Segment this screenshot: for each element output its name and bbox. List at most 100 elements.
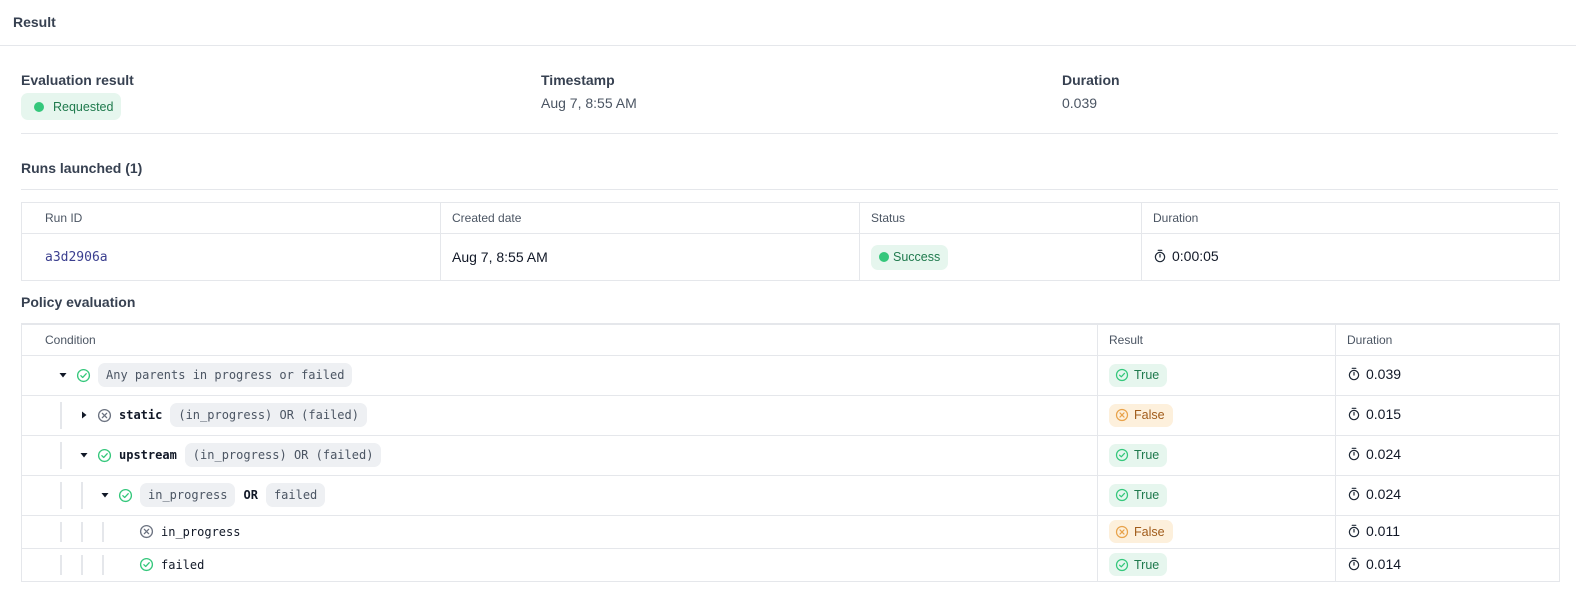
check-circle-icon: [97, 448, 112, 463]
policy-table-header: Condition Result Duration: [21, 323, 1560, 356]
table-row: static (in_progress) OR (failed) False 0.…: [21, 394, 1560, 436]
duration-cell: 0.014: [1335, 547, 1560, 582]
duration-cell: 0.024: [1335, 434, 1560, 476]
condition-cell: in_progress OR failed: [21, 474, 1098, 516]
result-badge: False: [1109, 403, 1173, 427]
result-cell: True: [1097, 354, 1336, 396]
status-dot-icon: [34, 101, 44, 112]
condition-chip: in_progress: [140, 483, 236, 507]
x-circle-icon: [1115, 525, 1129, 539]
result-badge: False: [1109, 520, 1173, 543]
status-badge: Success: [871, 244, 949, 270]
caret-down-icon[interactable]: [100, 490, 110, 500]
duration-label: Duration: [1062, 72, 1120, 88]
condition-chip: Any parents in progress or failed: [98, 363, 353, 387]
condition-chip: failed: [265, 483, 326, 507]
condition-chip: (in_progress) OR (failed): [170, 403, 367, 427]
duration-cell: 0.024: [1335, 474, 1560, 516]
condition-cell: upstream (in_progress) OR (failed): [21, 434, 1098, 476]
timestamp: Timestamp Aug 7, 8:55 AM: [541, 72, 637, 111]
stopwatch-icon: [1348, 407, 1360, 421]
policy-table: Condition Result Duration Any parents in…: [21, 323, 1560, 582]
stopwatch-icon: [1154, 249, 1166, 263]
runs-table: Run ID Created date Status Duration a3d2…: [21, 202, 1560, 281]
duration-cell: 0:00:05: [1141, 233, 1560, 281]
tree-guide-line: [81, 481, 83, 509]
duration: 0:00:05: [1153, 248, 1219, 264]
timestamp-value: Aug 7, 8:55 AM: [541, 95, 637, 111]
run-id-link[interactable]: a3d2906a: [21, 233, 441, 281]
divider: [21, 133, 1558, 134]
tree-guide-line: [60, 441, 62, 469]
tree-guide-line: [81, 521, 83, 542]
column-header-condition: Condition: [21, 323, 1098, 356]
check-circle-icon: [1115, 448, 1129, 462]
stopwatch-icon: [1348, 447, 1360, 461]
status-text: Success: [893, 250, 941, 264]
result-badge: True: [1109, 483, 1168, 507]
runs-launched-title: Runs launched (1): [21, 160, 143, 176]
result-cell: True: [1097, 474, 1336, 516]
status-dot-icon: [879, 252, 889, 262]
caret-right-icon[interactable]: [79, 410, 89, 420]
duration-cell: 0.015: [1335, 394, 1560, 436]
result-cell: True: [1097, 434, 1336, 476]
evaluation-status-badge: Requested: [21, 93, 122, 120]
check-circle-icon: [118, 488, 133, 503]
condition-name: upstream: [119, 448, 177, 462]
duration: 0.039: [1347, 366, 1401, 382]
column-header-status[interactable]: Status: [859, 202, 1142, 234]
result-text: True: [1134, 557, 1160, 572]
duration-text: 0:00:05: [1172, 248, 1219, 264]
duration-text: 0.014: [1366, 555, 1402, 572]
duration: Duration 0.039: [1062, 72, 1120, 111]
duration-text: 0.024: [1366, 486, 1402, 502]
column-header-duration[interactable]: Duration: [1141, 202, 1560, 234]
duration: 0.015: [1347, 406, 1401, 422]
status-cell: Success: [859, 233, 1142, 281]
stopwatch-icon: [1348, 367, 1360, 381]
caret-down-icon[interactable]: [79, 450, 89, 460]
result-text: False: [1134, 524, 1165, 539]
timestamp-label: Timestamp: [541, 72, 615, 88]
x-circle-icon: [1115, 408, 1129, 422]
check-circle-icon: [76, 368, 91, 383]
result-cell: False: [1097, 514, 1336, 549]
result-text: True: [1134, 368, 1160, 382]
column-header-run-id[interactable]: Run ID: [21, 202, 441, 234]
page-title: Result: [13, 14, 56, 30]
table-row: in_progress OR failed True 0.024: [21, 474, 1560, 516]
caret-down-icon[interactable]: [58, 370, 68, 380]
result-cell: True: [1097, 547, 1336, 582]
evaluation-result-label: Evaluation result: [21, 72, 134, 88]
condition-name: static: [119, 408, 163, 422]
tree-guide-line: [102, 521, 104, 542]
condition-cell: failed: [21, 547, 1098, 582]
stopwatch-icon: [1348, 524, 1360, 537]
tree-guide-line: [60, 554, 62, 575]
tree-guide-line: [60, 521, 62, 542]
condition-operator: OR: [243, 488, 258, 502]
tree-guide-line: [81, 554, 83, 575]
result-text: True: [1134, 448, 1160, 462]
duration-cell: 0.039: [1335, 354, 1560, 396]
condition-cell: in_progress: [21, 514, 1098, 549]
duration-cell: 0.011: [1335, 514, 1560, 549]
evaluation-result: Evaluation result Requested: [21, 72, 134, 120]
duration: 0.024: [1347, 486, 1401, 502]
result-badge: True: [1109, 553, 1168, 576]
column-header-created-date[interactable]: Created date: [440, 202, 860, 234]
check-circle-icon: [139, 557, 154, 572]
x-circle-icon: [139, 524, 154, 539]
duration-text: 0.039: [1366, 366, 1402, 382]
condition-cell: Any parents in progress or failed: [21, 354, 1098, 396]
check-circle-icon: [1115, 558, 1129, 572]
policy-evaluation-title: Policy evaluation: [21, 294, 136, 310]
runs-table-header: Run ID Created date Status Duration: [21, 202, 1560, 234]
result-text: False: [1134, 408, 1165, 422]
tree-guide-line: [102, 554, 104, 575]
condition-name: failed: [161, 557, 205, 572]
x-circle-icon: [97, 408, 112, 423]
divider: [21, 189, 1558, 190]
created-date: Aug 7, 8:55 AM: [440, 233, 860, 281]
